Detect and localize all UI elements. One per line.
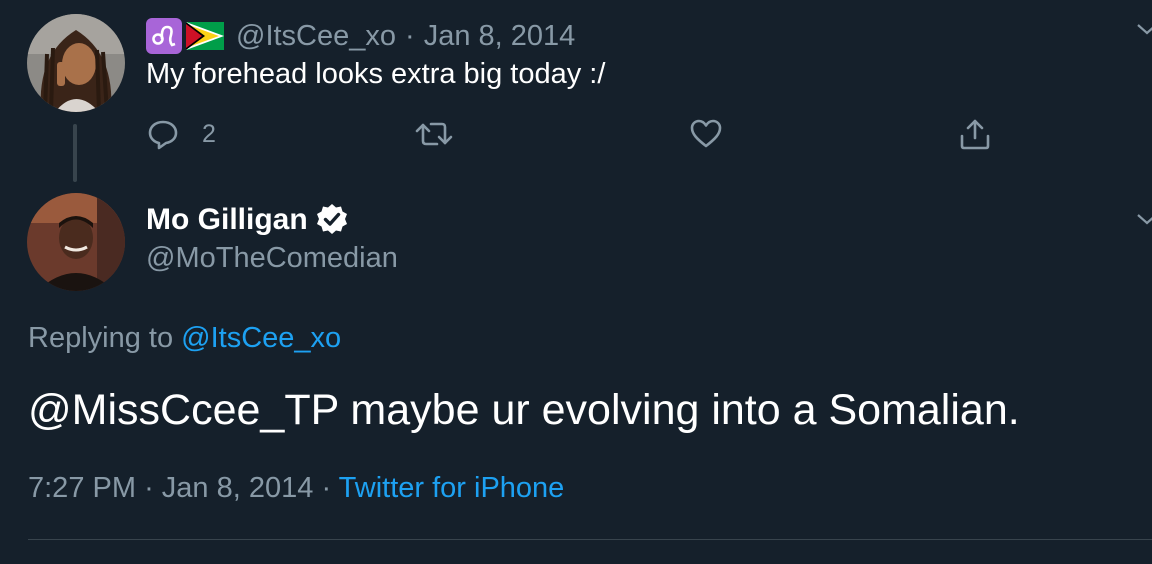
author-handle[interactable]: @MoTheComedian <box>146 242 398 275</box>
replying-label: Replying to <box>28 322 174 354</box>
reply-tweet-text: @MissCcee_TP maybe ur evolving into a So… <box>28 386 1020 434</box>
reply-icon <box>148 120 178 150</box>
parent-avatar-image <box>27 14 125 112</box>
author-display-name[interactable]: Mo Gilligan <box>146 203 308 237</box>
tweet-date: Jan 8, 2014 <box>161 472 314 504</box>
like-button[interactable] <box>689 116 723 152</box>
reply-button[interactable]: 2 <box>146 116 216 152</box>
author-name-row[interactable]: Mo Gilligan <box>146 202 350 238</box>
tweet-source-link[interactable]: Twitter for iPhone <box>339 472 565 504</box>
tweet-time: 7:27 PM <box>28 472 136 504</box>
meta-separator: · <box>144 472 154 504</box>
replying-to-handle-link[interactable]: @ItsCee_xo <box>181 322 341 354</box>
heart-icon <box>690 119 722 148</box>
replying-to-line: Replying to @ItsCee_xo <box>28 322 341 355</box>
parent-date[interactable]: Jan 8, 2014 <box>424 20 576 53</box>
parent-tweet-header: @ItsCee_xo · Jan 8, 2014 <box>146 16 575 56</box>
author-avatar[interactable] <box>27 193 125 291</box>
parent-handle[interactable]: @ItsCee_xo <box>236 20 396 53</box>
verified-badge-icon <box>316 204 347 234</box>
author-avatar-image <box>27 193 125 291</box>
tweet-meta: 7:27 PM · Jan 8, 2014 · Twitter for iPho… <box>28 472 564 505</box>
thread-connector <box>73 124 77 182</box>
divider <box>28 539 1152 540</box>
tweet-detail-screen: @ItsCee_xo · Jan 8, 2014 My forehead loo… <box>0 0 1152 564</box>
author-chevron-down-icon[interactable] <box>1136 212 1152 226</box>
parent-tweet-text: My forehead looks extra big today :/ <box>146 58 606 90</box>
share-button[interactable] <box>958 116 992 152</box>
share-icon <box>960 119 990 150</box>
retweet-button[interactable] <box>415 116 453 152</box>
guyana-flag-icon <box>186 22 224 50</box>
parent-avatar[interactable] <box>27 14 125 112</box>
header-separator: · <box>405 19 415 52</box>
parent-chevron-down-icon[interactable] <box>1136 22 1152 36</box>
retweet-icon <box>415 122 453 146</box>
leo-zodiac-icon <box>146 18 182 54</box>
meta-separator-2: · <box>321 472 332 504</box>
reply-count: 2 <box>202 119 216 148</box>
